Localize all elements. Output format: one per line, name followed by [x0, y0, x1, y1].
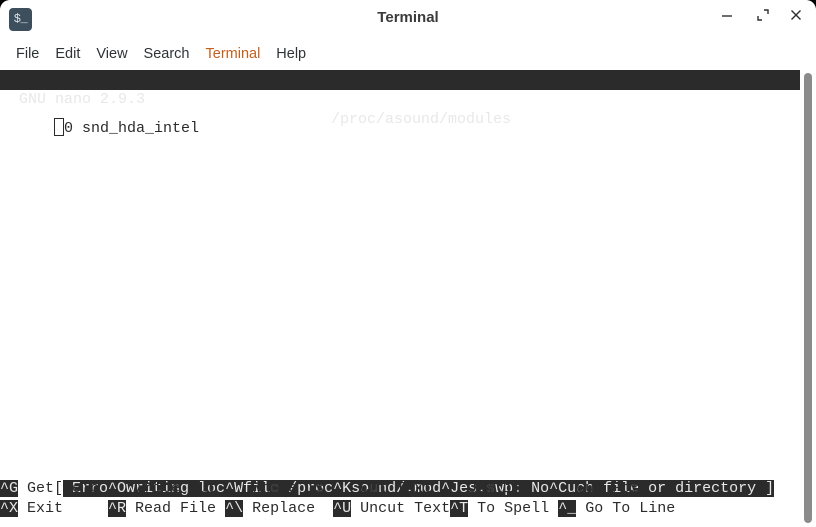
shortcut-label-to-spell: To Spell	[468, 500, 559, 517]
shortcut-label-write-out: Write Out	[126, 480, 226, 497]
shortcut-uncut-text[interactable]: ^U Uncut Text	[333, 499, 450, 519]
shortcut-go-to-line[interactable]: ^_ Go To Line	[558, 499, 675, 519]
menu-item-search[interactable]: Search	[136, 44, 198, 64]
shortcut-key-ctrl-backslash: ^\	[225, 500, 244, 517]
menu-item-file[interactable]: File	[8, 44, 47, 64]
shortcut-write-out[interactable]: ^O Write Out	[108, 479, 225, 499]
shortcut-label-get-help: Get Help	[18, 480, 109, 497]
scrollbar[interactable]	[800, 69, 816, 527]
nano-shortcut-help: ^G Get Help ^O Write Out ^W Where Is ^K …	[0, 479, 800, 519]
scrollbar-thumb[interactable]	[804, 73, 812, 523]
shortcut-key-ctrl-x: ^X	[0, 500, 19, 517]
page-title: Terminal	[377, 9, 439, 26]
shortcut-cur-pos[interactable]: ^C Cur Pos	[549, 479, 639, 499]
menu-item-terminal[interactable]: Terminal	[198, 44, 269, 64]
nano-text-buffer[interactable]: 0 snd_hda_intel	[0, 98, 800, 159]
shortcut-justify[interactable]: ^J Justify	[441, 479, 549, 499]
shortcut-exit[interactable]: ^X Exit	[0, 499, 108, 519]
shortcut-key-ctrl-c: ^C	[549, 480, 568, 497]
shortcut-label-cut-text: Cut Text	[351, 480, 442, 497]
shortcut-key-ctrl-g: ^G	[0, 480, 19, 497]
buffer-line-1: 0 snd_hda_intel	[64, 120, 200, 137]
shortcut-key-ctrl-underscore: ^_	[558, 500, 577, 517]
shortcut-label-read-file: Read File	[126, 500, 226, 517]
shortcut-get-help[interactable]: ^G Get Help	[0, 479, 108, 499]
shortcut-row-1: ^G Get Help ^O Write Out ^W Where Is ^K …	[0, 479, 800, 499]
shortcut-key-ctrl-u: ^U	[333, 500, 352, 517]
shortcut-key-ctrl-o: ^O	[108, 480, 127, 497]
menubar: File Edit View Search Terminal Help	[0, 39, 816, 69]
shortcut-cut-text[interactable]: ^K Cut Text	[333, 479, 441, 499]
shortcut-key-ctrl-w: ^W	[225, 480, 244, 497]
shortcut-key-ctrl-j: ^J	[441, 480, 460, 497]
terminal-screen[interactable]: GNU nano 2.9.3 /proc/asound/modules 0 sn…	[0, 69, 816, 527]
nano-header-bar: GNU nano 2.9.3 /proc/asound/modules	[0, 70, 800, 128]
shortcut-replace[interactable]: ^\ Replace	[225, 499, 333, 519]
shortcut-key-ctrl-t: ^T	[450, 500, 469, 517]
text-cursor	[54, 118, 65, 136]
shortcut-where-is[interactable]: ^W Where Is	[225, 479, 333, 499]
terminal-window: $_ Terminal File Edit View Search Termin…	[0, 0, 816, 527]
shortcut-row-2: ^X Exit ^R Read File ^\ Replace ^U Uncut…	[0, 499, 800, 519]
menu-item-help[interactable]: Help	[268, 44, 314, 64]
shortcut-label-uncut-text: Uncut Text	[351, 500, 451, 517]
minimize-icon[interactable]	[716, 9, 738, 31]
shortcut-read-file[interactable]: ^R Read File	[108, 499, 225, 519]
shortcut-label-go-to-line: Go To Line	[576, 500, 676, 517]
shortcut-label-justify: Justify	[459, 480, 550, 497]
maximize-icon[interactable]	[752, 9, 774, 31]
shortcut-label-replace: Replace	[243, 500, 334, 517]
shortcut-label-exit: Exit	[18, 500, 109, 517]
shortcut-label-cur-pos: Cur Pos	[567, 480, 640, 497]
shortcut-to-spell[interactable]: ^T To Spell	[450, 499, 558, 519]
menu-item-view[interactable]: View	[88, 44, 135, 64]
status-bar: [ Error writing lock file /proc/asound/.…	[0, 459, 816, 497]
titlebar: $_ Terminal	[0, 0, 816, 39]
shortcut-label-where-is: Where Is	[243, 480, 334, 497]
shortcut-key-ctrl-k: ^K	[333, 480, 352, 497]
shortcut-key-ctrl-r: ^R	[108, 500, 127, 517]
menu-item-edit[interactable]: Edit	[47, 44, 88, 64]
close-icon[interactable]	[785, 9, 807, 31]
